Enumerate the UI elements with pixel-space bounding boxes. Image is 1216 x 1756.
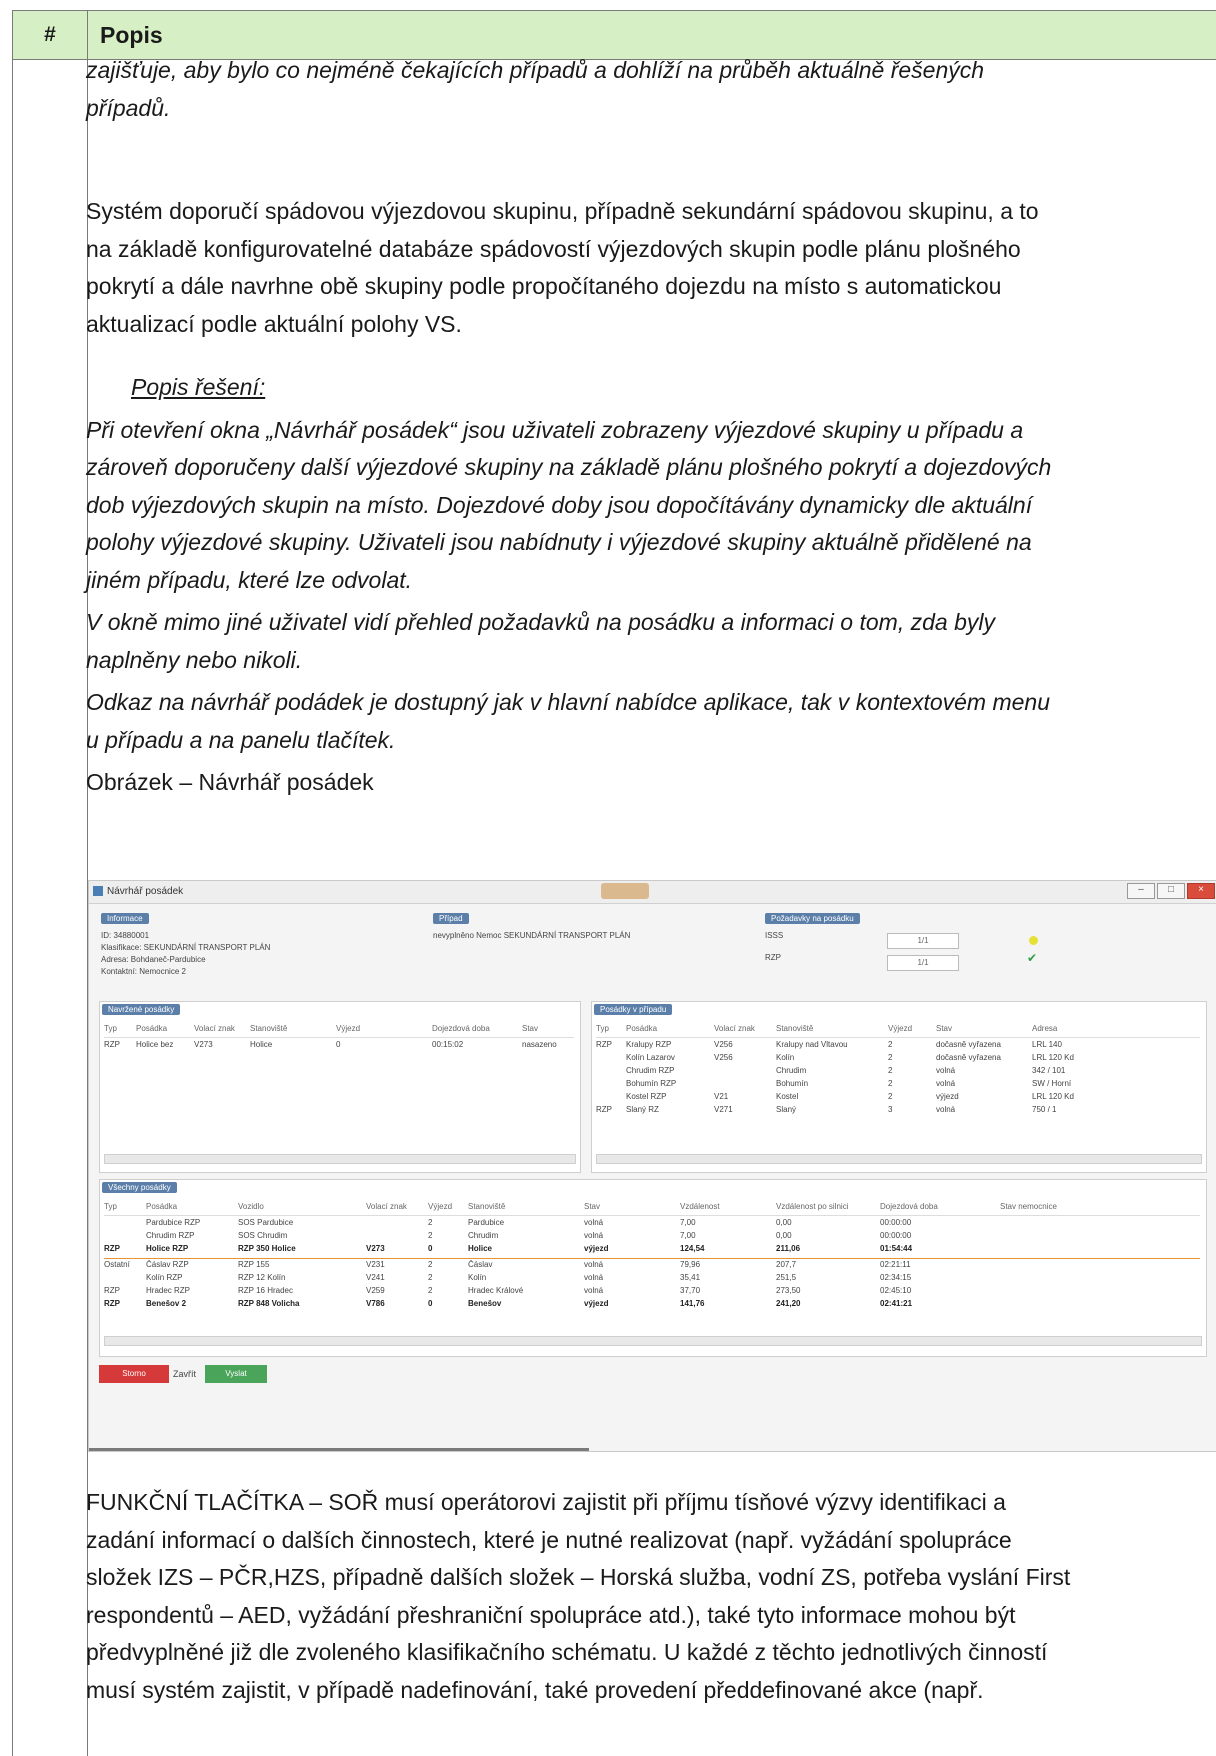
title-tab (601, 883, 649, 899)
paragraph-line: Odkaz na návrhář podádek je dostupný jak… (86, 689, 1051, 715)
paragraph-line: V okně mimo jiné uživatel vidí přehled p… (86, 609, 995, 635)
table-row[interactable]: RZP Holice bez V273 Holice 0 00:15:02 nasazeno (104, 1040, 572, 1053)
table-row[interactable]: RZP Hradec RZP RZP 16 Hradec V259 2 Hradec Kr… (104, 1286, 1000, 1299)
case-line: ID: 34880001 (101, 931, 150, 940)
paragraph-line: na základě konfigurovatelné databáze spá… (86, 235, 1021, 262)
sub-heading: Popis řešení: (131, 374, 266, 400)
table-row[interactable]: Kostel RZP V21 Kostel 2 výjezd LRL 120 Kd (596, 1092, 1092, 1105)
buttons-paragraph: FUNKČNÍ TLAČÍTKA – SOŘ musí operátorovi … (86, 1484, 1206, 1709)
table-row[interactable]: Kolín RZP RZP 12 Kolín V241 2 Kolín volná 35,4… (104, 1273, 1000, 1286)
table-row[interactable]: Chrudim RZP SOS Chrudim 2 Chrudim volná 7,00 0… (104, 1231, 1000, 1244)
table-row[interactable]: Pardubice RZP SOS Pardubice 2 Pardubice voln… (104, 1218, 1000, 1231)
paragraph-line: polohy výjezdové skupiny. Uživateli jsou… (86, 529, 1032, 555)
paragraph-line: dob výjezdových skupin na místo. Dojezdo… (86, 491, 1033, 518)
all-badge: Všechny posádky (102, 1182, 177, 1193)
minimize-icon[interactable]: – (1127, 883, 1155, 899)
check-icon: ✔ (1027, 951, 1038, 965)
case-line: Klasifikace: SEKUNDÁRNÍ TRANSPORT PLÁN (101, 943, 271, 952)
warning-dot-icon (1029, 936, 1038, 945)
assigned-crews-panel: Navržené posádky Typ Posádka Volací znak St… (99, 1001, 581, 1173)
maximize-icon[interactable]: □ (1157, 883, 1185, 899)
paragraph-line: respondentů – AED, vyžádání přeshraniční… (86, 1601, 1016, 1628)
bottom-edge (89, 1448, 589, 1451)
table-row[interactable]: RZP Holice RZP RZP 350 Holice V273 0 Holice vý… (104, 1244, 1000, 1257)
paragraph-line: jiném případu, které lze odvolat. (86, 566, 413, 593)
requirements-badge: Požadavky na posádku (765, 913, 860, 924)
paragraph-line: předvyplněné již dle zvoleného klasifika… (86, 1639, 1048, 1665)
paragraph-line: případů. (86, 94, 171, 121)
paragraph-line: musí systém zajistit, v případě nadefino… (86, 1676, 984, 1703)
table-row[interactable]: Kolín Lazarov V256 Kolín 2 dočasně vyřazena L… (596, 1053, 1092, 1066)
case-badge: Informace (101, 913, 149, 924)
case-crews-panel: Posádky v případu Typ Posádka Volací znak S… (591, 1001, 1207, 1173)
table-row[interactable]: RZP Slaný RZ V271 Slaný 3 volná 750 / 1 (596, 1105, 1092, 1118)
event-text: nevyplněno Nemoc SEKUNDÁRNÍ TRANSPORT PL… (433, 931, 631, 940)
crew-designer-screenshot: Návrhář posádek – □ × Informace ID: 3488… (88, 880, 1216, 1452)
paragraph-line: u případu a na panelu tlačítek. (86, 726, 396, 753)
paragraph-line: pokrytí a dále navrhne obě skupiny podle… (86, 273, 1002, 299)
selection-divider (104, 1258, 1200, 1259)
table-row[interactable]: Bohumín RZP Bohumín 2 volná SW / Horní (596, 1079, 1092, 1092)
window-controls: – □ × (1127, 883, 1215, 899)
req-label: RZP (765, 953, 781, 962)
paragraph-line: Při otevření okna „Návrhář posádek“ jsou… (86, 416, 1024, 443)
horizontal-scrollbar[interactable] (104, 1154, 576, 1164)
close-button[interactable]: Zavřít (173, 1369, 196, 1379)
assigned-header: Typ Posádka Volací znak Stanoviště Výjezd Doj… (104, 1024, 574, 1038)
header-number: # (13, 11, 88, 59)
cancel-button[interactable]: Storno (99, 1365, 169, 1383)
req-value-field[interactable]: 1/1 (887, 933, 959, 949)
paragraph-line: FUNKČNÍ TLAČÍTKA – SOŘ musí operátorovi … (86, 1489, 1006, 1515)
paragraph-line: Systém doporučí spádovou výjezdovou skup… (86, 198, 1039, 224)
all-crews-panel: Všechny posádky Typ Posádka Vozidlo Volací … (99, 1179, 1207, 1357)
table-row[interactable]: Ostatní Čáslav RZP RZP 155 V231 2 Čáslav volná… (104, 1260, 1000, 1273)
case-line: Kontaktní: Nemocnice 2 (101, 967, 186, 976)
paragraph-line: zadání informací o dalších činnostech, k… (86, 1526, 1012, 1553)
all-header: Typ Posádka Vozidlo Volací znak Výjezd Stanov… (104, 1202, 1200, 1216)
horizontal-scrollbar[interactable] (104, 1336, 1202, 1346)
event-badge: Případ (433, 913, 469, 924)
assigned-badge: Navržené posádky (102, 1004, 181, 1015)
table-row[interactable]: Chrudim RZP Chrudim 2 volná 342 / 101 (596, 1066, 1092, 1079)
others-badge: Posádky v případu (594, 1004, 673, 1015)
window-title: Návrhář posádek (107, 886, 184, 897)
dispatch-button[interactable]: Vyslat (205, 1365, 267, 1383)
description-cell: zajišťuje, aby bylo co nejméně čekajícíc… (86, 48, 1206, 802)
close-icon[interactable]: × (1187, 883, 1215, 899)
app-icon (93, 886, 103, 896)
paragraph-line: aktualizací podle aktuální polohy VS. (86, 310, 462, 337)
others-header: Typ Posádka Volací znak Stanoviště Výjezd Sta… (596, 1024, 1200, 1038)
paragraph-line: zajišťuje, aby bylo co nejméně čekajícíc… (86, 57, 985, 83)
req-value-field[interactable]: 1/1 (887, 955, 959, 971)
horizontal-scrollbar[interactable] (596, 1154, 1202, 1164)
paragraph-line: naplněny nebo nikoli. (86, 646, 303, 673)
table-row[interactable]: RZP Benešov 2 RZP 848 Volicha V786 0 Benešov v… (104, 1299, 1000, 1312)
req-label: ISSS (765, 931, 784, 940)
paragraph-line: zároveň doporučeny další výjezdové skupi… (86, 454, 1052, 480)
case-line: Adresa: Bohdaneč-Pardubice (101, 955, 206, 964)
window-titlebar: Návrhář posádek – □ × (89, 881, 1216, 904)
figure-caption: Obrázek – Návrhář posádek (86, 769, 374, 795)
paragraph-line: složek IZS – PČR,HZS, případně dalších s… (86, 1564, 1071, 1590)
table-row[interactable]: RZP Kralupy RZP V256 Kralupy nad Vltavou 2 do… (596, 1040, 1092, 1053)
